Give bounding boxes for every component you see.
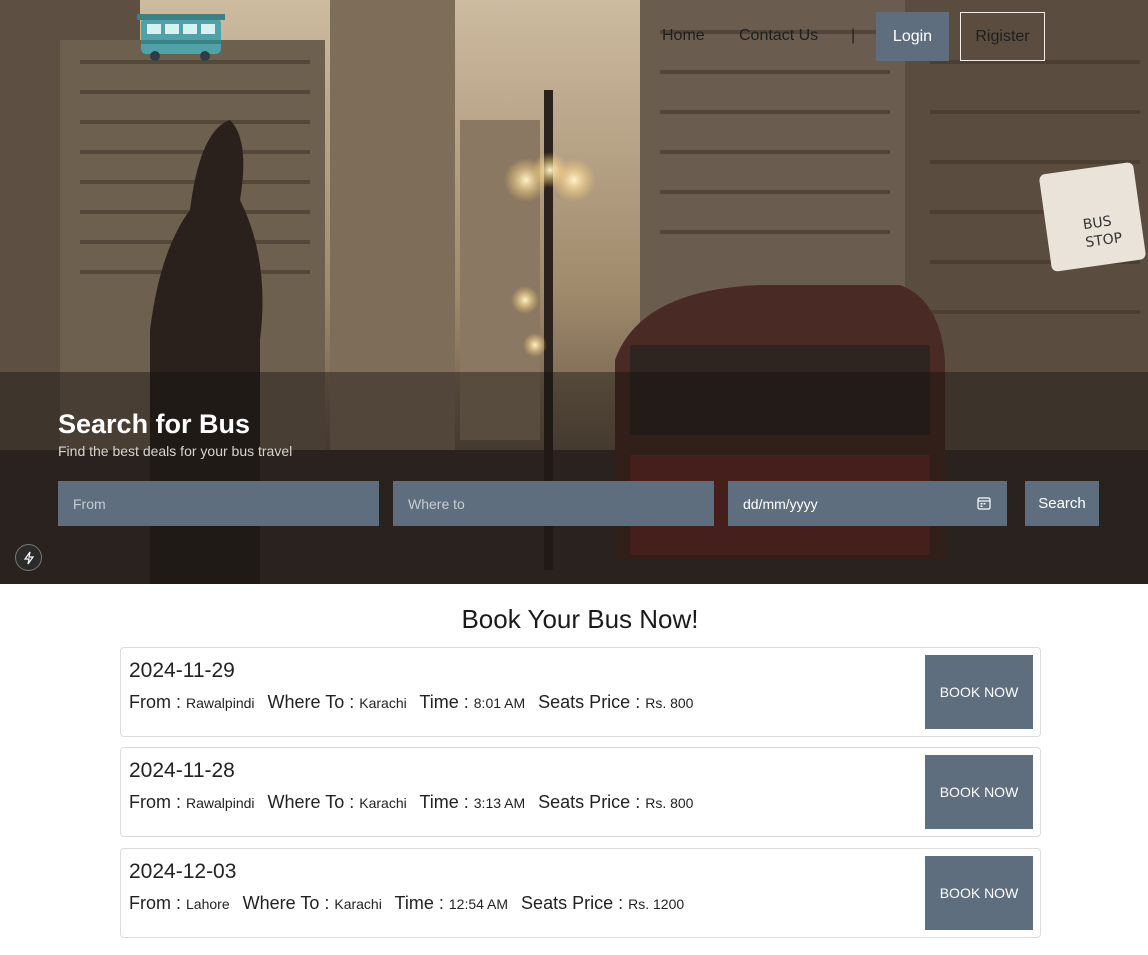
time-label: Time : [394, 893, 444, 913]
search-overlay [0, 372, 1148, 584]
search-button[interactable]: Search [1025, 481, 1099, 526]
bus-logo-icon[interactable] [133, 12, 225, 62]
trip-date: 2024-11-29 [129, 659, 235, 682]
to-label: Where To : [267, 792, 355, 812]
time-label: Time : [419, 792, 469, 812]
time-value: 12:54 AM [448, 896, 509, 912]
trip-details: From : Rawalpindi Where To : Karachi Tim… [129, 792, 701, 813]
trip-card: 2024-12-03 From : Lahore Where To : Kara… [120, 848, 1041, 938]
to-label: Where To : [267, 692, 355, 712]
book-now-button[interactable]: BOOK NOW [925, 655, 1033, 729]
search-title: Search for Bus [58, 409, 251, 439]
search-subtitle: Find the best deals for your bus travel [58, 443, 293, 459]
top-navbar: Home Contact Us | Login Rigister [0, 0, 1148, 74]
to-value: Karachi [359, 795, 407, 811]
trip-date: 2024-11-28 [129, 759, 235, 782]
where-to-input[interactable]: Where to [393, 481, 714, 526]
from-placeholder: From [73, 495, 106, 512]
date-placeholder: dd/mm/yyyy [743, 495, 818, 512]
date-input[interactable]: dd/mm/yyyy [728, 481, 1007, 526]
nav-contact-link[interactable]: Contact Us [739, 27, 818, 45]
trip-details: From : Lahore Where To : Karachi Time : … [129, 893, 692, 914]
time-value: 8:01 AM [473, 695, 526, 711]
login-button[interactable]: Login [876, 12, 949, 61]
to-label: Where To : [242, 893, 330, 913]
from-label: From : [129, 792, 181, 812]
book-now-button[interactable]: BOOK NOW [925, 755, 1033, 829]
price-label: Seats Price : [521, 893, 624, 913]
trip-card: 2024-11-28 From : Rawalpindi Where To : … [120, 747, 1041, 837]
from-label: From : [129, 692, 181, 712]
from-value: Rawalpindi [186, 795, 255, 811]
trip-card: 2024-11-29 From : Rawalpindi Where To : … [120, 647, 1041, 737]
calendar-icon[interactable] [977, 496, 991, 510]
register-button[interactable]: Rigister [960, 12, 1045, 61]
price-label: Seats Price : [538, 792, 641, 812]
time-value: 3:13 AM [473, 795, 526, 811]
from-value: Rawalpindi [186, 695, 255, 711]
from-label: From : [129, 893, 181, 913]
trip-date: 2024-12-03 [129, 860, 237, 883]
price-value: Rs. 800 [645, 695, 694, 711]
to-value: Karachi [359, 695, 407, 711]
price-value: Rs. 800 [645, 795, 694, 811]
price-value: Rs. 1200 [628, 896, 685, 912]
nav-separator: | [851, 27, 856, 44]
trip-details: From : Rawalpindi Where To : Karachi Tim… [129, 692, 701, 713]
price-label: Seats Price : [538, 692, 641, 712]
nav-home-link[interactable]: Home [662, 27, 705, 45]
bolt-icon[interactable] [15, 544, 42, 571]
from-input[interactable]: From [58, 481, 379, 526]
where-to-placeholder: Where to [408, 495, 465, 512]
book-now-button[interactable]: BOOK NOW [925, 856, 1033, 930]
hero-section: BUS STOP Home Contact Us | Login Rigiste… [0, 0, 1148, 584]
to-value: Karachi [334, 896, 382, 912]
time-label: Time : [419, 692, 469, 712]
from-value: Lahore [186, 896, 230, 912]
section-title: Book Your Bus Now! [461, 604, 699, 634]
